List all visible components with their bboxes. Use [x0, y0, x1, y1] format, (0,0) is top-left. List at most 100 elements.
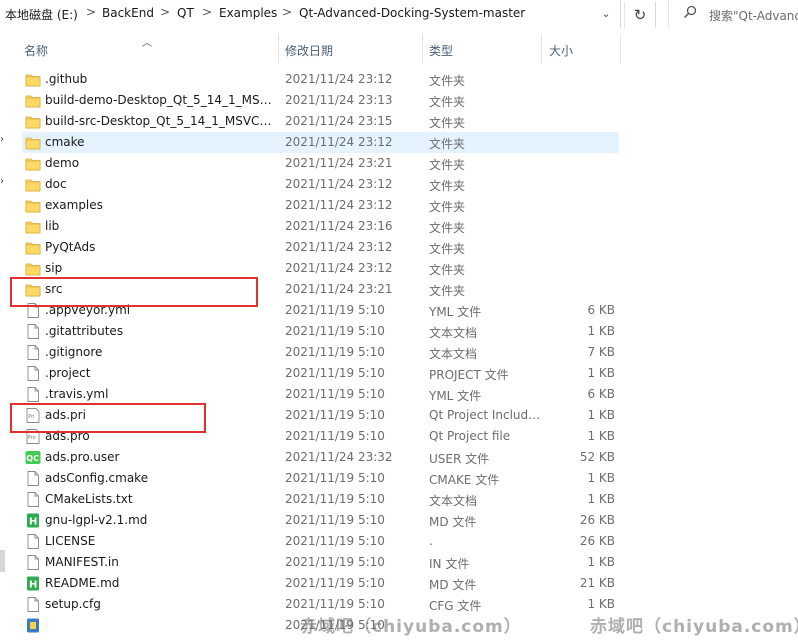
file-name: PyQtAds: [45, 240, 96, 254]
breadcrumb-separator[interactable]: >: [202, 5, 212, 19]
file-row[interactable]: sip 2021/11/24 23:12 文件夹: [22, 258, 619, 279]
file-size: 1 KB: [587, 597, 615, 611]
breadcrumb-backend[interactable]: BackEnd: [102, 6, 154, 20]
file-row[interactable]: PyQtAds 2021/11/24 23:12 文件夹: [22, 237, 619, 258]
file-name: build-demo-Desktop_Qt_5_14_1_MSVC2017_64…: [45, 93, 277, 107]
file-type: 文本文档: [429, 326, 478, 340]
file-row[interactable]: build-demo-Desktop_Qt_5_14_1_MSVC2017_64…: [22, 90, 619, 111]
chevron-down-icon[interactable]: ⌄: [596, 3, 616, 25]
document-icon: [25, 597, 41, 612]
document-icon: [25, 555, 41, 570]
file-name: README.md: [45, 576, 120, 590]
file-size: 1 KB: [587, 366, 615, 380]
file-type: CMAKE 文件: [429, 473, 500, 487]
breadcrumb-separator[interactable]: >: [282, 5, 292, 19]
file-name: .gitattributes: [45, 324, 124, 338]
search-input[interactable]: 搜索"Qt-Advanced: [668, 1, 798, 27]
column-date[interactable]: 修改日期: [285, 42, 333, 59]
column-divider[interactable]: [541, 34, 542, 64]
nav-pane-scrollbar[interactable]: [0, 550, 5, 572]
file-date: 2021/11/19 5:10: [285, 513, 385, 527]
file-row[interactable]: .travis.yml 2021/11/19 5:10 YML 文件 6 KB: [22, 384, 619, 405]
folder-icon: [25, 198, 41, 213]
breadcrumb[interactable]: 本地磁盘 (E:) > BackEnd > QT > Examples > Qt…: [0, 0, 621, 28]
folder-icon: [25, 93, 41, 108]
document-icon: [25, 324, 41, 339]
file-size: 1 KB: [587, 324, 615, 338]
file-row[interactable]: .github 2021/11/24 23:12 文件夹: [22, 69, 619, 90]
file-row[interactable]: adsConfig.cmake 2021/11/19 5:10 CMAKE 文件 1 …: [22, 468, 619, 489]
file-row[interactable]: QC ads.pro.user 2021/11/24 23:32 USER 文件 52 …: [22, 447, 619, 468]
document-icon: [25, 387, 41, 402]
nav-pane-expand-icon[interactable]: ›: [0, 134, 4, 145]
breadcrumb-separator[interactable]: >: [160, 5, 170, 19]
file-date: 2021/11/19 5:10: [285, 492, 385, 506]
file-type: IN 文件: [429, 557, 470, 571]
file-date: 2021/11/24 23:32: [285, 450, 393, 464]
file-row[interactable]: demo 2021/11/24 23:21 文件夹: [22, 153, 619, 174]
file-row[interactable]: .project 2021/11/19 5:10 PROJECT 文件 1 KB: [22, 363, 619, 384]
file-size: 21 KB: [579, 576, 615, 590]
file-row[interactable]: lib 2021/11/24 23:16 文件夹: [22, 216, 619, 237]
breadcrumb-qt[interactable]: QT: [177, 6, 194, 20]
file-date: 2021/11/19 5:10: [285, 555, 385, 569]
watermark: 赤域吧（chiyuba.com）: [300, 617, 522, 637]
file-date: 2021/11/24 23:21: [285, 282, 393, 296]
file-name: sip: [45, 261, 63, 275]
file-row[interactable]: doc 2021/11/24 23:12 文件夹: [22, 174, 619, 195]
svg-text:H: H: [29, 580, 37, 591]
file-date: 2021/11/24 23:12: [285, 261, 393, 275]
file-row[interactable]: build-src-Desktop_Qt_5_14_1_MSVC2017_64b…: [22, 111, 619, 132]
address-bar[interactable]: 本地磁盘 (E:) > BackEnd > QT > Examples > Qt…: [0, 0, 798, 30]
folder-icon: [25, 114, 41, 129]
file-row[interactable]: H README.md 2021/11/19 5:10 MD 文件 21 KB: [22, 573, 619, 594]
document-icon: [25, 492, 41, 507]
file-row[interactable]: Hgnu-lgpl-v2.1.md 2021/11/19 5:10 MD 文件 26 …: [22, 510, 619, 531]
folder-icon: [25, 219, 41, 234]
markdown-icon: H: [25, 576, 41, 591]
file-type: 文件夹: [429, 95, 466, 109]
file-type: USER 文件: [429, 452, 490, 466]
file-row[interactable]: CMakeLists.txt 2021/11/19 5:10 文本文档 1 KB: [22, 489, 619, 510]
file-type: Qt Project file: [429, 429, 511, 443]
column-divider[interactable]: [422, 34, 423, 64]
file-date: 2021/11/24 23:12: [285, 135, 393, 149]
breadcrumb-current-folder[interactable]: Qt-Advanced-Docking-System-master: [299, 6, 525, 20]
file-date: 2021/11/19 5:10: [285, 324, 385, 338]
column-size[interactable]: 大小: [549, 42, 573, 59]
file-date: 2021/11/24 23:12: [285, 198, 393, 212]
document-icon: [25, 471, 41, 486]
file-name: CMakeLists.txt: [45, 492, 133, 506]
folder-icon: [25, 72, 41, 87]
svg-text:H: H: [29, 517, 37, 528]
file-type: 文件夹: [429, 263, 466, 277]
file-row[interactable]: cmake 2021/11/24 23:12 文件夹: [22, 132, 619, 153]
file-date: 2021/11/24 23:13: [285, 93, 393, 107]
file-row[interactable]: .gitattributes 2021/11/19 5:10 文本文档 1 KB: [22, 321, 619, 342]
column-type[interactable]: 类型: [429, 42, 453, 59]
column-name[interactable]: 名称: [24, 42, 48, 59]
file-size: 6 KB: [587, 303, 615, 317]
file-size: 7 KB: [587, 345, 615, 359]
nav-pane-expand-icon[interactable]: ›: [0, 176, 4, 187]
file-name: .gitignore: [45, 345, 103, 359]
file-row[interactable]: MANIFEST.in 2021/11/19 5:10 IN 文件 1 KB: [22, 552, 619, 573]
file-row[interactable]: examples 2021/11/24 23:12 文件夹: [22, 195, 619, 216]
file-date: 2021/11/24 23:21: [285, 156, 393, 170]
column-divider[interactable]: [620, 34, 621, 64]
file-date: 2021/11/19 5:10: [285, 366, 385, 380]
svg-text:Pro: Pro: [28, 435, 36, 441]
breadcrumb-examples[interactable]: Examples: [219, 6, 277, 20]
breadcrumb-drive[interactable]: 本地磁盘 (E:): [5, 6, 78, 23]
folder-icon: [25, 135, 41, 150]
file-row[interactable]: LICENSE 2021/11/19 5:10. 26 KB: [22, 531, 619, 552]
file-name: demo: [45, 156, 80, 170]
file-row[interactable]: .gitignore 2021/11/19 5:10 文本文档 7 KB: [22, 342, 619, 363]
refresh-icon[interactable]: ↻: [624, 2, 656, 28]
file-size: 1 KB: [587, 471, 615, 485]
file-name: .github: [45, 72, 88, 86]
breadcrumb-separator[interactable]: >: [86, 5, 96, 19]
column-divider[interactable]: [278, 34, 279, 64]
file-date: 2021/11/19 5:10: [285, 597, 385, 611]
file-name: adsConfig.cmake: [45, 471, 149, 485]
